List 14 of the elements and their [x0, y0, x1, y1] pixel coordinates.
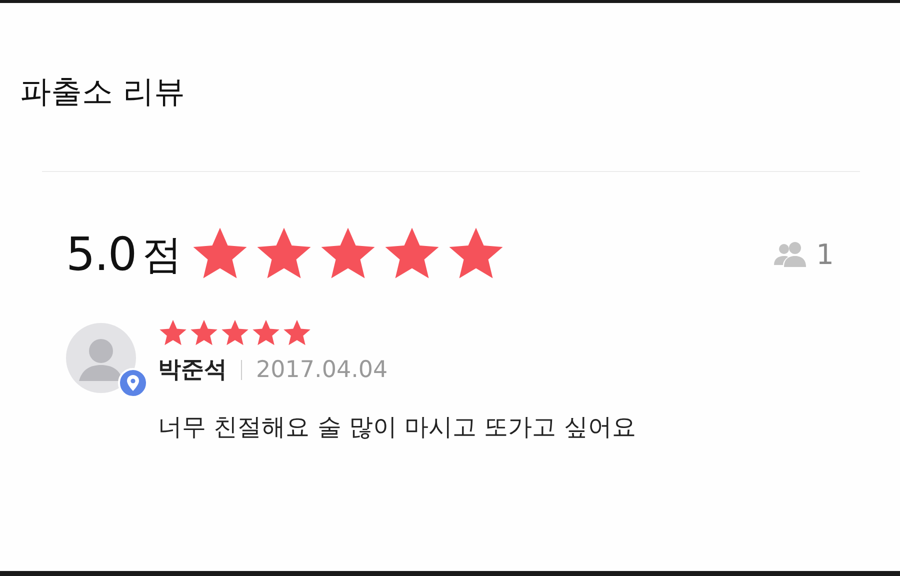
- star-icon: [158, 318, 188, 348]
- avatar: [66, 323, 136, 393]
- star-icon: [282, 318, 312, 348]
- location-pin-icon: [118, 368, 148, 398]
- review-text: 너무 친절해요 술 많이 마시고 또가고 싶어요: [158, 412, 636, 443]
- star-icon: [189, 318, 219, 348]
- reviewer-count: 1: [816, 238, 834, 270]
- star-icon: [220, 318, 250, 348]
- page-title: 파출소 리뷰: [19, 73, 186, 112]
- rating-score: 5.0: [66, 227, 136, 281]
- reviewer-name: 박준석: [158, 356, 227, 385]
- score-unit: 점: [142, 230, 182, 280]
- star-icon: [251, 318, 281, 348]
- review-date: 2017.04.04: [256, 356, 388, 382]
